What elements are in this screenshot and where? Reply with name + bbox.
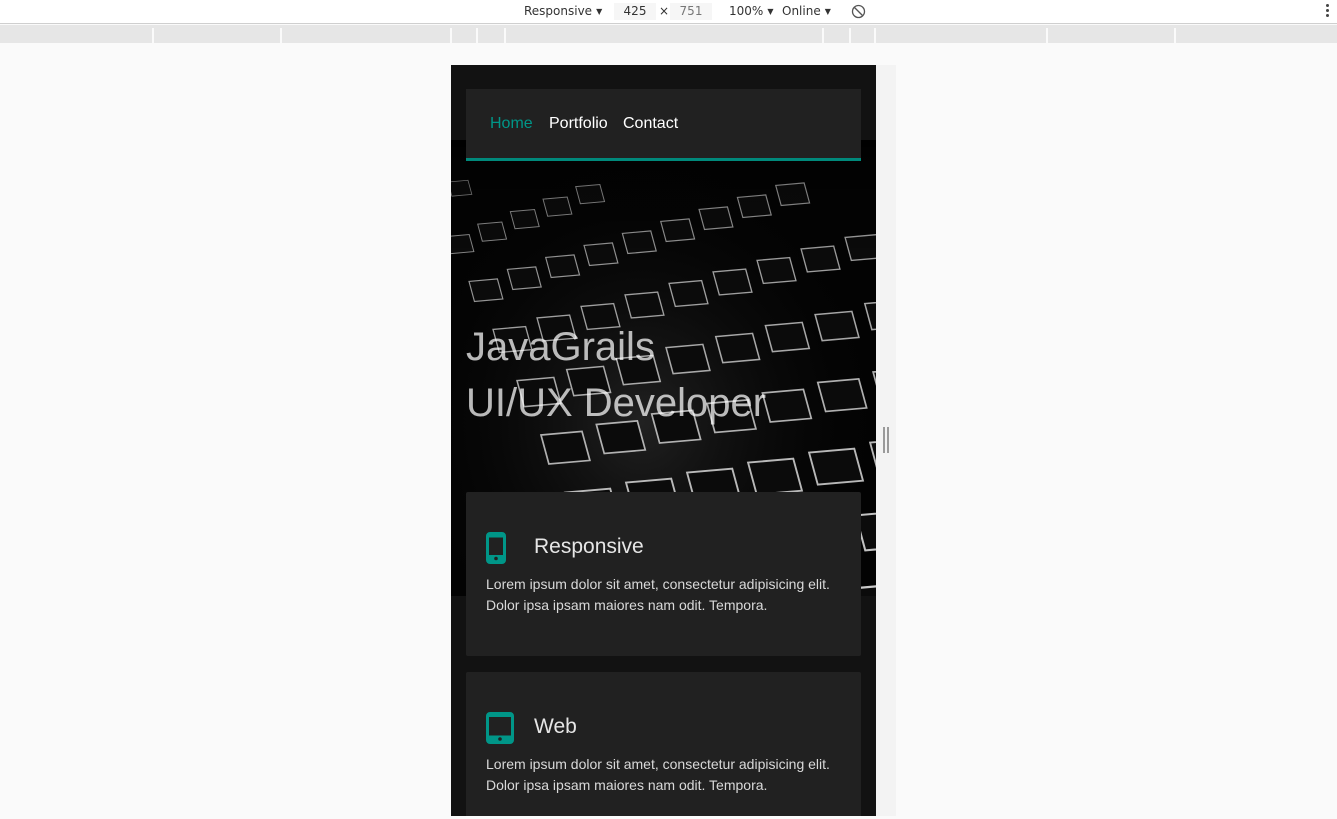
dropdown-arrow-icon: ▼ xyxy=(596,7,603,16)
card-text: Lorem ipsum dolor sit amet, consectetur … xyxy=(486,756,830,793)
feature-card-responsive: Responsive Lorem ipsum dolor sit amet, c… xyxy=(466,492,861,656)
tablet-icon xyxy=(486,712,514,744)
media-query-bar[interactable] xyxy=(0,25,1337,43)
nav-home[interactable]: Home xyxy=(490,115,533,133)
network-throttle-select[interactable]: Online ▼ xyxy=(782,0,831,23)
rotate-button[interactable] xyxy=(851,0,866,23)
dimension-separator: × xyxy=(659,4,670,18)
rotate-icon xyxy=(851,4,866,19)
device-viewport: Home Portfolio Contact JavaGrails UI/UX … xyxy=(451,65,876,816)
hero-name: JavaGrails xyxy=(466,325,655,369)
hero-role: UI/UX Developer xyxy=(466,381,767,425)
nav-contact[interactable]: Contact xyxy=(623,115,678,133)
device-toolbar: Responsive ▼ 425 × 751 100% ▼ Online ▼ xyxy=(0,0,1337,24)
zoom-label: 100% xyxy=(729,4,764,18)
phone-icon xyxy=(486,532,506,564)
resize-handle[interactable] xyxy=(883,427,889,453)
width-input[interactable]: 425 xyxy=(614,3,656,20)
height-input[interactable]: 751 xyxy=(670,3,712,20)
more-options-icon[interactable] xyxy=(1326,4,1329,17)
device-select[interactable]: Responsive ▼ xyxy=(524,0,602,23)
nav-portfolio[interactable]: Portfolio xyxy=(549,115,608,133)
card-title: Responsive xyxy=(534,535,644,558)
top-navbar: Home Portfolio Contact xyxy=(466,89,861,161)
zoom-select[interactable]: 100% ▼ xyxy=(729,0,773,23)
dropdown-arrow-icon: ▼ xyxy=(767,7,774,16)
card-title: Web xyxy=(534,715,577,738)
card-text: Lorem ipsum dolor sit amet, consectetur … xyxy=(486,576,830,613)
feature-card-web: Web Lorem ipsum dolor sit amet, consecte… xyxy=(466,672,861,816)
device-select-label: Responsive xyxy=(524,4,593,18)
dropdown-arrow-icon: ▼ xyxy=(824,7,831,16)
hero-heading: JavaGrails UI/UX Developer xyxy=(466,319,766,431)
network-label: Online xyxy=(782,4,821,18)
